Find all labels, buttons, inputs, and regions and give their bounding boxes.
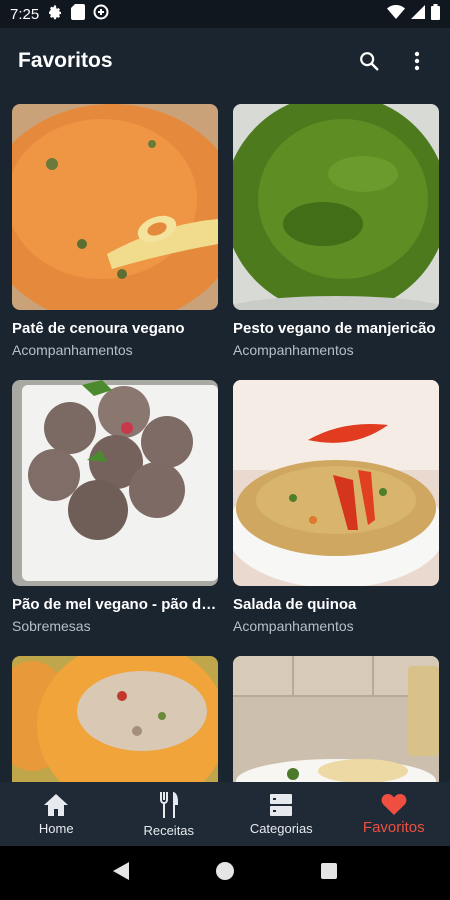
search-button[interactable] <box>354 46 384 76</box>
nav-receitas[interactable]: Receitas <box>113 782 226 846</box>
wifi-icon <box>387 5 405 23</box>
favorites-grid: Patê de cenoura vegano Acompanhamentos P… <box>0 94 450 782</box>
heart-icon <box>381 793 407 815</box>
status-bar: 7:25 <box>0 0 450 28</box>
more-vert-icon <box>414 51 420 71</box>
recents-icon[interactable] <box>320 862 337 884</box>
nav-label: Home <box>38 820 74 836</box>
data-saver-icon <box>93 4 109 24</box>
recipe-image <box>233 104 439 310</box>
signal-icon <box>411 5 425 23</box>
status-time: 7:25 <box>10 5 40 23</box>
nav-label: Receitas <box>143 822 195 838</box>
recipe-title: Patê de cenoura vegano <box>12 320 185 337</box>
recipe-image <box>233 380 439 586</box>
recipe-title: Pesto vegano de manjericão <box>233 320 436 337</box>
home-icon <box>44 793 69 816</box>
home-circle-icon[interactable] <box>215 861 234 885</box>
recipe-category: Acompanhamentos <box>233 618 354 634</box>
bottom-navigation: Home Receitas Categorias Favoritos <box>0 782 450 846</box>
recipe-category: Sobremesas <box>12 618 91 634</box>
cutlery-icon <box>159 791 178 818</box>
recipe-card[interactable] <box>12 656 218 782</box>
recipe-title: Salada de quinoa <box>233 596 357 613</box>
nav-label: Categorias <box>249 820 313 836</box>
settings-icon <box>47 4 63 24</box>
recipe-card[interactable]: Patê de cenoura vegano Acompanhamentos <box>12 104 218 358</box>
categories-icon <box>270 793 293 816</box>
recipe-title: Pão de mel vegano - pão de mel <box>12 596 218 613</box>
recipe-category: Acompanhamentos <box>233 342 354 358</box>
recipe-image <box>12 104 218 310</box>
recipe-card[interactable]: Pesto vegano de manjericão Acompanhament… <box>233 104 439 358</box>
sd-card-icon <box>71 4 86 24</box>
recipe-card[interactable]: Salada de quinoa Acompanhamentos <box>233 380 439 634</box>
recipe-category: Acompanhamentos <box>12 342 133 358</box>
recipe-card[interactable]: Pão de mel vegano - pão de mel Sobremesa… <box>12 380 218 634</box>
overflow-menu-button[interactable] <box>402 46 432 76</box>
recipe-image <box>12 656 218 782</box>
app-bar: Favoritos <box>0 28 450 94</box>
battery-icon <box>431 4 440 24</box>
page-title: Favoritos <box>18 49 113 72</box>
search-icon <box>360 52 379 71</box>
recipe-image <box>233 656 439 782</box>
nav-label: Favoritos <box>362 818 425 836</box>
back-icon[interactable] <box>113 861 130 885</box>
nav-categorias[interactable]: Categorias <box>225 782 338 846</box>
nav-home[interactable]: Home <box>0 782 113 846</box>
recipe-image <box>12 380 218 586</box>
recipe-card[interactable] <box>233 656 439 782</box>
nav-favoritos[interactable]: Favoritos <box>338 782 450 846</box>
system-navigation-bar <box>0 846 450 900</box>
